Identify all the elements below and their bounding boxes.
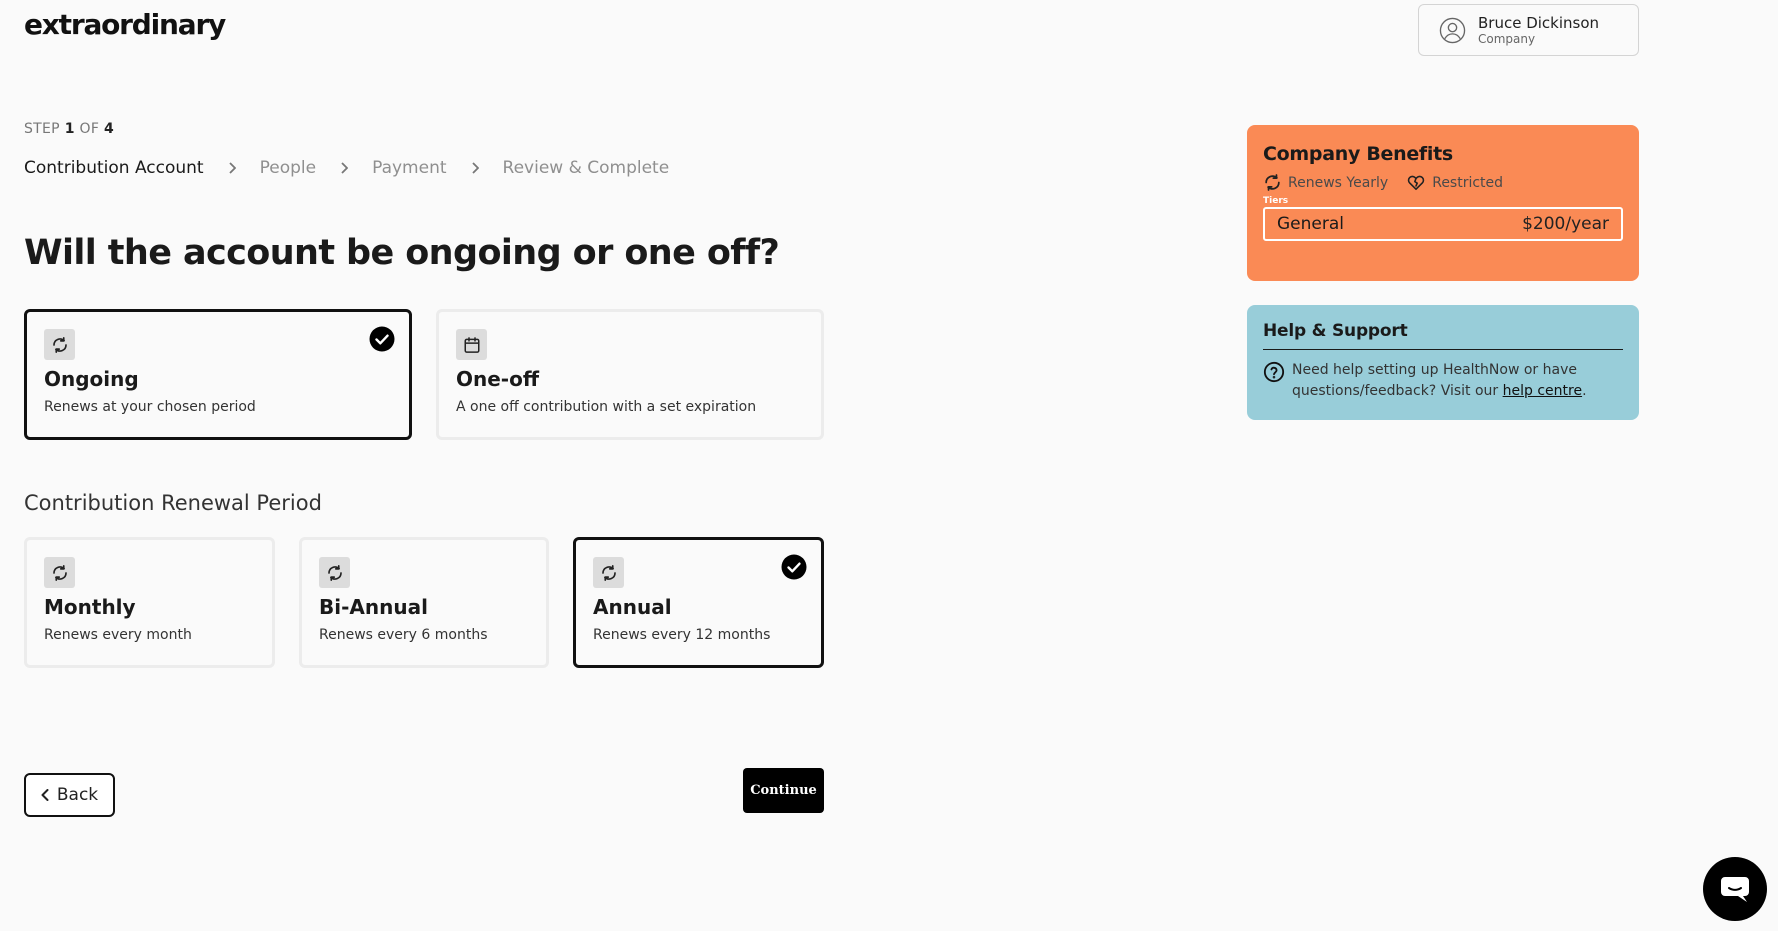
page-title: Will the account be ongoing or one off? (24, 233, 780, 273)
broken-heart-icon (1407, 175, 1425, 191)
option-title: Bi-Annual (319, 595, 428, 619)
user-name: Bruce Dickinson (1478, 13, 1600, 32)
user-menu[interactable]: Bruce Dickinson Company (1418, 4, 1639, 56)
company-benefits-panel: Company Benefits Renews Yearly Restricte… (1247, 125, 1639, 281)
chat-icon (1721, 877, 1749, 902)
step-current: 1 (64, 121, 75, 137)
renewal-period-label: Contribution Renewal Period (24, 491, 322, 515)
refresh-icon (593, 557, 624, 588)
renewal-bi-annual[interactable]: Bi-Annual Renews every 6 months (299, 537, 549, 668)
chat-launcher-button[interactable] (1703, 857, 1767, 921)
benefit-tag-label: Restricted (1432, 174, 1504, 191)
tier-price: $200/year (1522, 214, 1609, 234)
option-description: Renews every 12 months (593, 627, 771, 643)
refresh-icon (44, 557, 75, 588)
benefit-tag-restricted: Restricted (1406, 173, 1503, 192)
refresh-icon (44, 329, 75, 360)
support-text-after: . (1582, 383, 1587, 399)
question-circle-icon (1263, 361, 1285, 383)
option-ongoing[interactable]: Ongoing Renews at your chosen period (24, 309, 412, 440)
help-centre-link[interactable]: help centre (1503, 383, 1582, 399)
renewal-annual[interactable]: Annual Renews every 12 months (573, 537, 824, 668)
help-support-panel: Help & Support Need help setting up Heal… (1247, 305, 1639, 420)
option-description: Renews every month (44, 627, 192, 643)
user-info: Bruce Dickinson Company (1478, 13, 1600, 46)
benefit-tag-renews: Renews Yearly (1263, 173, 1388, 192)
option-title: Annual (593, 595, 672, 619)
step-prefix: STEP (24, 121, 60, 137)
user-role: Company (1478, 31, 1536, 46)
option-one-off[interactable]: One-off A one off contribution with a se… (436, 309, 824, 440)
breadcrumb-review-complete[interactable]: Review & Complete (503, 158, 670, 178)
calendar-icon (456, 329, 487, 360)
refresh-icon (1265, 174, 1280, 191)
support-body: Need help setting up HealthNow or have q… (1263, 360, 1623, 402)
option-description: Renews at your chosen period (44, 399, 256, 415)
tier-row[interactable]: General $200/year (1263, 207, 1623, 241)
breadcrumb-contribution-account[interactable]: Contribution Account (24, 158, 204, 178)
step-total: 4 (103, 121, 115, 137)
tier-name: General (1277, 214, 1344, 234)
checkmark-icon (781, 554, 807, 580)
breadcrumb-payment[interactable]: Payment (372, 158, 446, 178)
option-title: Monthly (44, 595, 136, 619)
step-of: OF (79, 121, 100, 137)
chevron-right-icon (316, 162, 372, 174)
option-title: Ongoing (44, 367, 139, 391)
support-title: Help & Support (1263, 321, 1623, 350)
benefits-title: Company Benefits (1263, 143, 1453, 165)
option-title: One-off (456, 367, 540, 391)
option-description: Renews every 6 months (319, 627, 488, 643)
step-indicator: STEP 1 OF 4 (24, 121, 114, 137)
brand-logo[interactable]: extraordinary (24, 8, 226, 41)
user-avatar-icon (1439, 17, 1466, 43)
renewal-monthly[interactable]: Monthly Renews every month (24, 537, 275, 668)
continue-button[interactable]: Continue (743, 768, 824, 813)
benefit-tags: Renews Yearly Restricted (1263, 173, 1623, 192)
breadcrumb: Contribution Account People Payment Revi… (24, 158, 669, 178)
refresh-icon (319, 557, 350, 588)
breadcrumb-people[interactable]: People (260, 158, 316, 178)
checkmark-icon (369, 326, 395, 352)
benefit-tag-label: Renews Yearly (1288, 174, 1389, 191)
option-description: A one off contribution with a set expira… (456, 399, 757, 415)
back-button[interactable]: Back (24, 773, 115, 817)
chevron-right-icon (204, 162, 260, 174)
chevron-right-icon (447, 162, 503, 174)
chevron-left-icon (41, 789, 49, 801)
back-label: Back (56, 785, 99, 805)
tiers-label: Tiers (1263, 196, 1289, 206)
support-text: Need help setting up HealthNow or have q… (1292, 360, 1623, 402)
